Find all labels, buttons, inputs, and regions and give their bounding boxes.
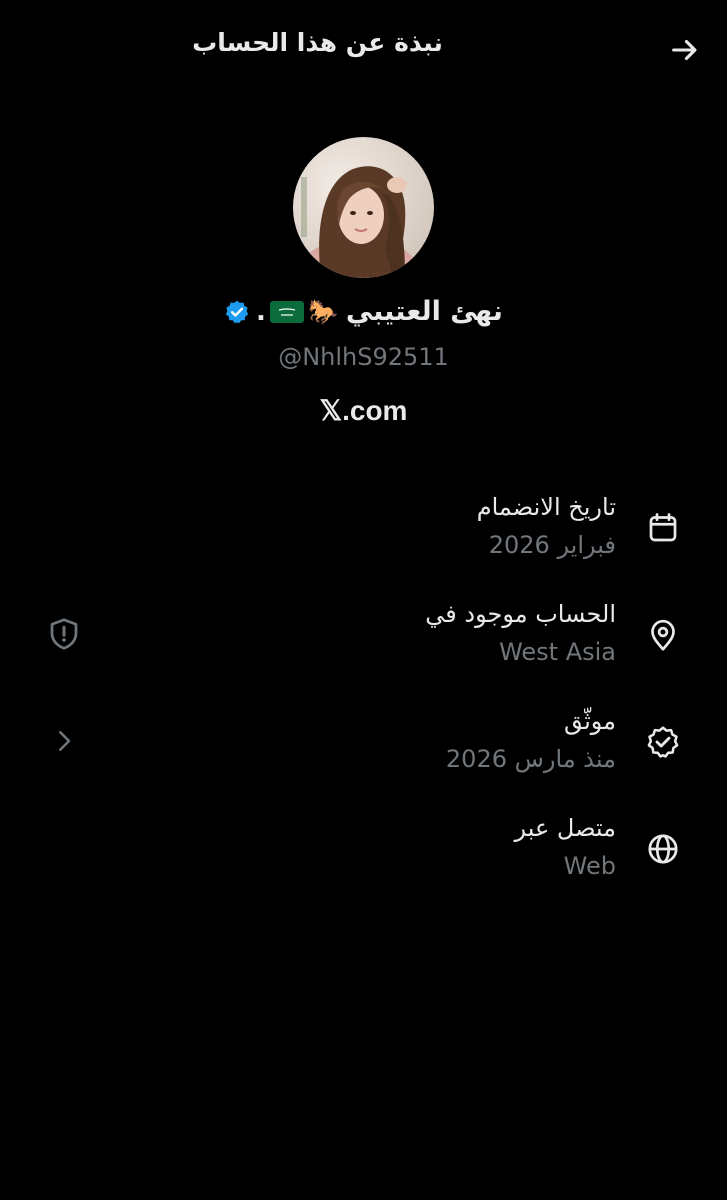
- info-row-verified: موثّق منذ مارس 2026: [0, 707, 727, 797]
- connected-value: Web: [563, 852, 616, 880]
- info-row-joined: تاريخ الانضمام فبراير 2026: [0, 493, 727, 583]
- top-bar: نبذة عن هذا الحساب: [0, 0, 727, 100]
- site-link[interactable]: 𝕏.com: [0, 394, 727, 427]
- verified-check-icon: [645, 724, 681, 760]
- connected-label: متصل عبر: [514, 814, 616, 842]
- globe-icon: [645, 831, 681, 867]
- arrow-right-icon: [672, 39, 697, 61]
- location-report-button[interactable]: [42, 612, 86, 656]
- location-pin-icon: [645, 617, 681, 653]
- calendar-icon: [645, 510, 681, 546]
- verified-badge-icon[interactable]: [224, 299, 250, 325]
- avatar[interactable]: [293, 137, 434, 278]
- location-label: الحساب موجود في: [425, 600, 616, 628]
- info-row-connected: متصل عبر Web: [0, 814, 727, 904]
- joined-value: فبراير 2026: [488, 531, 616, 559]
- name-emojis: 🐎 .: [256, 298, 338, 326]
- location-value: West Asia: [499, 638, 616, 666]
- verified-value: منذ مارس 2026: [445, 745, 616, 773]
- saudi-flag-icon: [269, 300, 304, 323]
- avatar-image: [293, 137, 434, 278]
- back-button[interactable]: [665, 30, 705, 70]
- page-title: نبذة عن هذا الحساب: [192, 28, 443, 57]
- verified-label: موثّق: [564, 707, 616, 735]
- chevron-right-icon: [59, 731, 71, 751]
- display-name: نهئ العتيبي: [345, 296, 503, 327]
- info-row-location: الحساب موجود في West Asia: [0, 600, 727, 690]
- shield-alert-icon: [50, 618, 78, 650]
- verified-details-button[interactable]: [42, 719, 86, 763]
- joined-label: تاريخ الانضمام: [476, 493, 616, 521]
- name-row: نهئ العتيبي 🐎 .: [0, 296, 727, 327]
- name-dot: .: [256, 296, 266, 327]
- user-handle: @NhlhS92511: [278, 343, 449, 371]
- horse-emoji: 🐎: [307, 297, 338, 326]
